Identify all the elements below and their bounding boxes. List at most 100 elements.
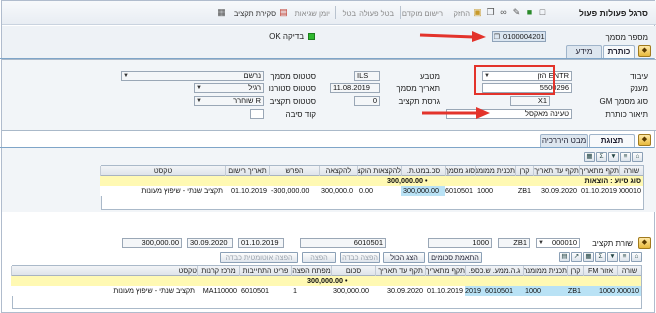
reverse-status-select[interactable]: רגיל xyxy=(194,83,264,93)
reverse-status-label: סטטוס סטורנו xyxy=(268,84,316,93)
doc-type-label: סוג מסמך GM xyxy=(599,97,648,106)
match-amounts-button[interactable]: התאמת סכומים xyxy=(428,252,482,263)
reason-code-field[interactable] xyxy=(250,109,264,119)
col2-line[interactable]: שורה xyxy=(617,266,641,276)
details-icon[interactable]: ⌂ xyxy=(632,152,643,162)
cell2-fm-area: 1000 xyxy=(599,286,615,295)
group-label: סוג סיוע : הוצאות xyxy=(584,176,641,185)
cell2-year: 2019 xyxy=(465,286,481,295)
error-log-button[interactable]: יומן שגיאות xyxy=(295,9,330,18)
expand-items-button[interactable]: ◆ xyxy=(638,134,651,146)
tab-additional-info[interactable]: מידע נוסף xyxy=(566,45,602,68)
col-doc-type[interactable]: סוג מסמך xyxy=(445,166,475,176)
check-ok-label: בדיקה OK xyxy=(269,32,304,41)
col2-valid-to[interactable]: תקף עד תאריך xyxy=(375,266,425,276)
hold-button[interactable]: החזק xyxy=(453,9,470,18)
doc-status-select[interactable]: נרשם xyxy=(121,71,264,81)
copy-icon[interactable]: ❐ xyxy=(485,7,496,18)
show-all-button[interactable]: הצג הכול xyxy=(383,252,425,263)
lines-table-header: שורה אזור FM קרן תכנית ממומנת ג.ה.ממע. ש… xyxy=(11,266,641,276)
export-icon[interactable]: ↗ xyxy=(571,252,582,262)
budget-status-select[interactable]: R שוחרר xyxy=(194,96,264,106)
save-icon[interactable]: ■ xyxy=(524,7,535,18)
table-row[interactable]: 000010 1000 ZB1 1000 6010501 2019 01.10.… xyxy=(11,286,641,296)
col2-funds-center[interactable]: מרכז קרנות xyxy=(197,266,239,276)
highlight-box xyxy=(474,65,555,95)
col2-valid-from[interactable]: תקף מתאריך xyxy=(425,266,465,276)
col-post-date[interactable]: תאריך רישום xyxy=(225,166,269,176)
budget-overview-button[interactable]: סקירת תקציב xyxy=(234,9,276,18)
sort2-icon[interactable]: ≡ xyxy=(619,252,630,262)
col-line[interactable]: שורה xyxy=(619,166,643,176)
col2-commitment[interactable]: פריט התחייבות xyxy=(239,266,291,276)
col2-amount[interactable]: סכום xyxy=(331,266,375,276)
col2-fund[interactable]: קרן xyxy=(567,266,583,276)
line-amount-field: 300,000.00 xyxy=(122,238,182,248)
tab-entry-view[interactable]: תצוגת רשמה xyxy=(589,134,635,157)
cell2-dist-key: 1 xyxy=(291,286,331,296)
print2-icon[interactable]: ▤ xyxy=(559,252,570,262)
cell-to-allocate: 300,000.0 xyxy=(321,186,353,195)
log-icon[interactable]: ▤ xyxy=(278,7,289,18)
entry-table-panel: ⌂ ≡ ▼ Σ ▦ שורה תקף מתאריך תקף עד תאריך ק… xyxy=(2,148,656,212)
sum-icon[interactable]: Σ xyxy=(596,152,607,162)
edit-icon[interactable]: ✎ xyxy=(511,7,522,18)
doc-number-field[interactable]: 0100004201 xyxy=(492,31,546,42)
distribute-button[interactable]: הפצה xyxy=(302,252,336,263)
expand-lines-button[interactable]: ◆ xyxy=(638,237,651,249)
undo-action-button[interactable]: בטל פעולה xyxy=(359,9,394,18)
heavy-distribute-button[interactable]: הפצה כבדה xyxy=(340,252,380,263)
table-row[interactable]: 000010 01.10.2019 30.09.2020 ZB1 1000 60… xyxy=(100,186,643,196)
col-to-allocate[interactable]: להקצאה xyxy=(319,166,357,176)
line-budget-select[interactable]: 000010 xyxy=(536,238,580,248)
col-valid-from[interactable]: תקף מתאריך xyxy=(579,166,619,176)
cell2-fund: ZB1 xyxy=(567,286,581,295)
folder-icon[interactable]: ▣ xyxy=(472,7,483,18)
col2-gp[interactable]: ג.ה.ממע. ש.כספ. xyxy=(465,266,523,276)
glasses-icon[interactable]: ∞ xyxy=(498,7,509,18)
budget-status-label: סטטוס תקציב xyxy=(269,97,316,106)
col-valid-to[interactable]: תקף עד תאריך xyxy=(533,166,579,176)
sort-icon[interactable]: ≡ xyxy=(620,152,631,162)
col-diff[interactable]: הפרש xyxy=(269,166,319,176)
recipient-label: מענק xyxy=(630,84,648,93)
cancel-button[interactable]: בטל xyxy=(343,9,356,18)
cell2-amount: 300,000.00 xyxy=(331,286,375,296)
document-header: מספר מסמך 0100004201 ❐ בדיקה OK xyxy=(2,26,656,58)
col-fund[interactable]: קרן xyxy=(515,166,533,176)
col-amount[interactable]: סכ.במט.ת. xyxy=(401,166,445,176)
overview-icon[interactable]: ▦ xyxy=(216,7,227,18)
col-allocated[interactable]: להקצאות הוקצה xyxy=(357,166,401,176)
tab-hierarchy-view[interactable]: מבט היררכיה xyxy=(540,134,588,147)
sum2-icon[interactable]: Σ xyxy=(595,252,606,262)
line-budget-label: שורת תקציב xyxy=(592,239,633,248)
group2-total: 300,000.00 • xyxy=(307,276,348,285)
col2-funded-program[interactable]: תכנית ממומנת xyxy=(523,266,567,276)
col2-text[interactable]: טקסט xyxy=(11,266,197,276)
copy-doc-icon[interactable]: ❐ xyxy=(494,33,500,41)
auto-heavy-distribute-button[interactable]: הפצה אוטומטית כבדה xyxy=(220,252,298,263)
cell2-valid-from: 01.10.2019 xyxy=(425,286,465,296)
cell-funded-program: 1000 xyxy=(477,186,493,195)
line-doctype-field: 6010501 xyxy=(300,238,386,248)
tab-header[interactable]: כותרת xyxy=(603,45,635,58)
col2-dist-key[interactable]: מפתח הפצה xyxy=(291,266,331,276)
cell2-funded-program: 1000 xyxy=(525,286,541,295)
layout2-icon[interactable]: ▦ xyxy=(583,252,594,262)
header-form: עיבוד ENTR הזן מטבע ILS סטטוס מסמך נרשם … xyxy=(2,59,656,131)
park-button[interactable]: רישום מוקדם xyxy=(402,9,443,18)
filter-icon[interactable]: ▼ xyxy=(608,152,619,162)
col2-fm-area[interactable]: אזור FM xyxy=(583,266,617,276)
cell2-valid-to: 30.09.2020 xyxy=(375,286,425,296)
cell-line: 000010 xyxy=(619,186,641,195)
details2-icon[interactable]: ⌂ xyxy=(631,252,642,262)
filter2-icon[interactable]: ▼ xyxy=(607,252,618,262)
cell-allocated: 0.00 xyxy=(359,186,373,195)
entry-table: ⌂ ≡ ▼ Σ ▦ שורה תקף מתאריך תקף עד תאריך ק… xyxy=(100,152,644,210)
col-funded-program[interactable]: תכנית ממומנת xyxy=(475,166,515,176)
expand-header-button[interactable]: ◆ xyxy=(638,45,651,57)
new-icon[interactable]: □ xyxy=(537,7,548,18)
header-desc-label: תיאור כותרת xyxy=(605,110,648,119)
col-text[interactable]: טקסט xyxy=(100,166,225,176)
layout-icon[interactable]: ▦ xyxy=(584,152,595,162)
